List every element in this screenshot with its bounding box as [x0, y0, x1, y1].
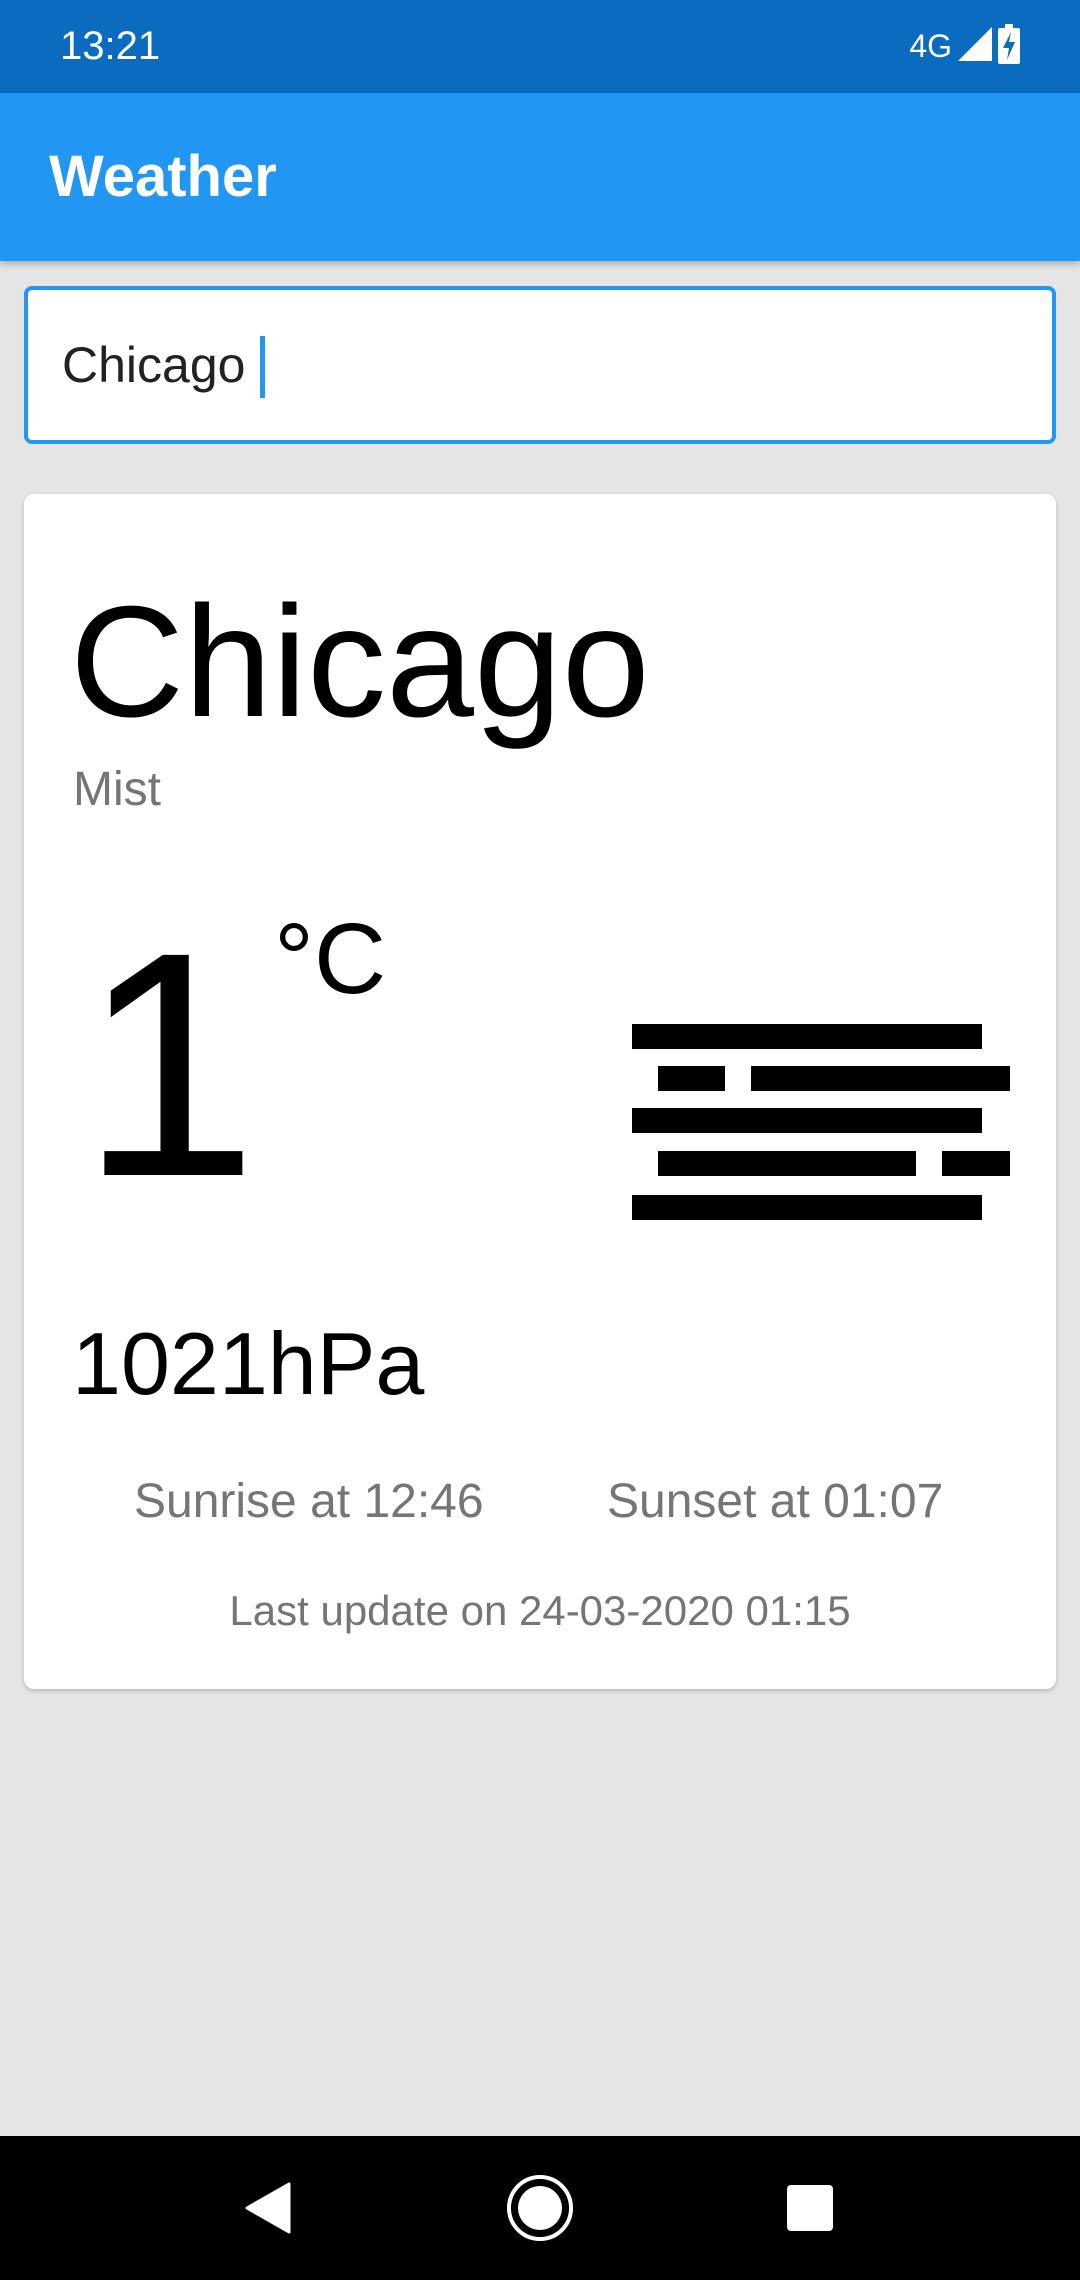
- city-search-input[interactable]: [62, 330, 1022, 400]
- app-bar: Weather: [0, 93, 1080, 261]
- weather-card: Chicago Mist 1 °C 1021hPa Sunrise at 12:…: [24, 494, 1056, 1689]
- status-bar: 13:21 4G: [0, 0, 1080, 93]
- temperature-unit: °C: [274, 903, 387, 1015]
- back-icon[interactable]: [222, 2162, 314, 2254]
- city-name: Chicago: [70, 574, 650, 750]
- home-icon[interactable]: [494, 2162, 586, 2254]
- sunrise-time: Sunrise at 12:46: [134, 1475, 484, 1528]
- recents-icon[interactable]: [764, 2162, 856, 2254]
- sunset-time: Sunset at 01:07: [607, 1475, 944, 1528]
- pressure-value: 1021hPa: [72, 1314, 425, 1413]
- city-search-field[interactable]: [24, 286, 1056, 444]
- temperature-value: 1: [80, 885, 258, 1243]
- text-caret: [260, 336, 265, 398]
- status-time: 13:21: [60, 24, 161, 68]
- status-icons: 4G: [909, 23, 1020, 69]
- network-type: 4G: [909, 28, 952, 64]
- last-update-text: Last update on 24-03-2020 01:15: [229, 1587, 851, 1634]
- signal-icon: [958, 26, 992, 66]
- app-title: Weather: [49, 144, 277, 209]
- mist-icon: [632, 1024, 1010, 1220]
- battery-charging-icon: [998, 23, 1020, 69]
- system-nav-bar: [0, 2136, 1080, 2280]
- weather-condition: Mist: [73, 763, 161, 816]
